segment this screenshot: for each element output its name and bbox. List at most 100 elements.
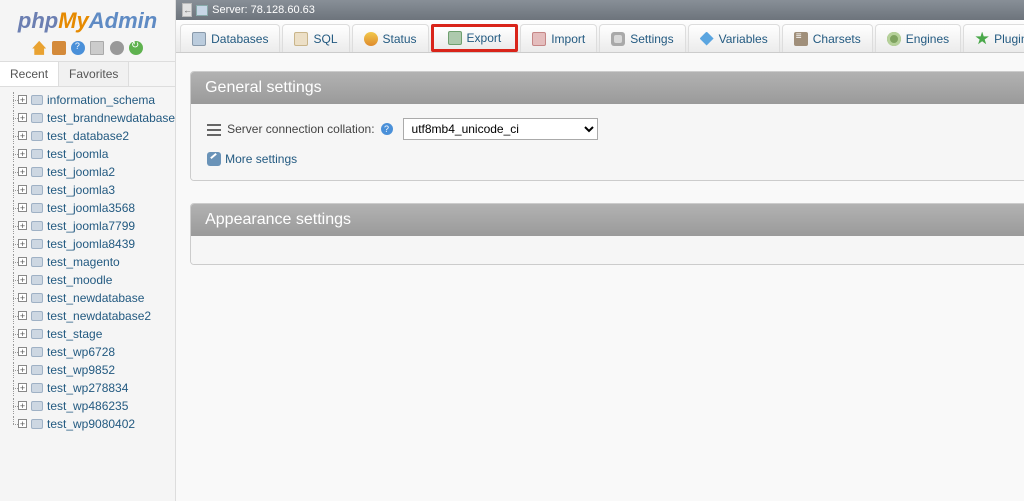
db-item[interactable]: information_schema — [0, 91, 175, 109]
db-item[interactable]: test_wp278834 — [0, 379, 175, 397]
database-list: information_schema test_brandnewdatabaset… — [0, 87, 175, 501]
general-settings-panel: General settings Server connection colla… — [190, 71, 1024, 181]
engines-icon — [887, 32, 901, 46]
expand-icon[interactable] — [18, 95, 27, 104]
expand-icon[interactable] — [18, 275, 27, 284]
expand-icon[interactable] — [18, 185, 27, 194]
tab-favorites[interactable]: Favorites — [59, 62, 129, 86]
database-icon — [31, 401, 43, 411]
db-item[interactable]: test_joomla7799 — [0, 217, 175, 235]
tree-line-icon — [8, 182, 18, 198]
db-item[interactable]: test_newdatabase — [0, 289, 175, 307]
db-item[interactable]: test_joomla8439 — [0, 235, 175, 253]
database-icon — [31, 419, 43, 429]
database-icon — [31, 131, 43, 141]
db-item[interactable]: test_joomla2 — [0, 163, 175, 181]
docs-icon[interactable] — [71, 41, 85, 55]
tree-line-icon — [8, 290, 18, 306]
database-icon — [31, 293, 43, 303]
sidebar: phpMyAdmin Recent Favorites information_… — [0, 0, 176, 501]
server-host[interactable]: 78.128.60.63 — [251, 4, 315, 16]
tab-plugins[interactable]: Plugins — [963, 24, 1024, 52]
database-icon — [31, 257, 43, 267]
appearance-body — [191, 236, 1024, 264]
tab-export[interactable]: Export — [431, 24, 519, 52]
tab-recent[interactable]: Recent — [0, 62, 59, 86]
panel-title: General settings — [191, 72, 1024, 104]
db-item[interactable]: test_wp9080402 — [0, 415, 175, 433]
database-icon — [31, 365, 43, 375]
logo[interactable]: phpMyAdmin — [0, 0, 175, 38]
reload-nav-icon[interactable] — [110, 41, 124, 55]
home-icon[interactable] — [32, 41, 46, 55]
db-item[interactable]: test_brandnewdatabase — [0, 109, 175, 127]
content: General settings Server connection colla… — [176, 53, 1024, 305]
db-item[interactable]: test_joomla3 — [0, 181, 175, 199]
expand-icon[interactable] — [18, 311, 27, 320]
logout-icon[interactable] — [52, 41, 66, 55]
db-item[interactable]: test_wp486235 — [0, 397, 175, 415]
database-icon — [31, 275, 43, 285]
expand-icon[interactable] — [18, 401, 27, 410]
tab-settings[interactable]: Settings — [599, 24, 685, 52]
appearance-settings-panel: Appearance settings — [190, 203, 1024, 265]
db-label: test_wp278834 — [47, 381, 128, 395]
database-icon — [31, 113, 43, 123]
tab-import[interactable]: Import — [520, 24, 597, 52]
refresh-icon[interactable] — [129, 41, 143, 55]
more-settings-row: More settings — [207, 152, 1020, 166]
tab-status[interactable]: Status — [352, 24, 429, 52]
db-item[interactable]: test_magento — [0, 253, 175, 271]
collapse-sidebar-button[interactable]: ← — [182, 3, 192, 17]
db-label: test_joomla8439 — [47, 237, 135, 251]
db-item[interactable]: test_newdatabase2 — [0, 307, 175, 325]
expand-icon[interactable] — [18, 203, 27, 212]
expand-icon[interactable] — [18, 365, 27, 374]
more-settings-link[interactable]: More settings — [225, 152, 297, 166]
list-icon — [207, 124, 221, 134]
plugins-icon — [975, 32, 989, 46]
tree-line-icon — [8, 218, 18, 234]
expand-icon[interactable] — [18, 239, 27, 248]
navpanel-settings-icon[interactable] — [90, 41, 104, 55]
db-label: information_schema — [47, 93, 155, 107]
db-item[interactable]: test_database2 — [0, 127, 175, 145]
expand-icon[interactable] — [18, 293, 27, 302]
expand-icon[interactable] — [18, 113, 27, 122]
expand-icon[interactable] — [18, 347, 27, 356]
expand-icon[interactable] — [18, 167, 27, 176]
db-item[interactable]: test_stage — [0, 325, 175, 343]
db-item[interactable]: test_joomla — [0, 145, 175, 163]
db-item[interactable]: test_wp9852 — [0, 361, 175, 379]
expand-icon[interactable] — [18, 257, 27, 266]
tab-variables[interactable]: Variables — [688, 24, 780, 52]
db-label: test_stage — [47, 327, 102, 341]
main: ← Server: 78.128.60.63 DatabasesSQLStatu… — [176, 0, 1024, 501]
tab-label: Plugins — [994, 32, 1024, 46]
database-icon — [31, 95, 43, 105]
tab-sql[interactable]: SQL — [282, 24, 349, 52]
database-icon — [31, 149, 43, 159]
server-prefix: Server: — [212, 4, 247, 16]
database-icon — [31, 203, 43, 213]
expand-icon[interactable] — [18, 383, 27, 392]
expand-icon[interactable] — [18, 419, 27, 428]
db-label: test_database2 — [47, 129, 129, 143]
expand-icon[interactable] — [18, 329, 27, 338]
database-icon — [31, 167, 43, 177]
tree-line-icon — [8, 92, 18, 108]
tab-databases[interactable]: Databases — [180, 24, 280, 52]
db-item[interactable]: test_moodle — [0, 271, 175, 289]
expand-icon[interactable] — [18, 131, 27, 140]
help-icon[interactable]: ? — [381, 123, 393, 135]
expand-icon[interactable] — [18, 149, 27, 158]
expand-icon[interactable] — [18, 221, 27, 230]
collation-select[interactable]: utf8mb4_unicode_ci — [403, 118, 598, 140]
tree-line-icon — [8, 380, 18, 396]
db-item[interactable]: test_joomla3568 — [0, 199, 175, 217]
tree-line-icon — [8, 326, 18, 342]
tab-charsets[interactable]: Charsets — [782, 24, 873, 52]
db-item[interactable]: test_wp6728 — [0, 343, 175, 361]
sidebar-tabs: Recent Favorites — [0, 61, 175, 87]
tab-engines[interactable]: Engines — [875, 24, 961, 52]
